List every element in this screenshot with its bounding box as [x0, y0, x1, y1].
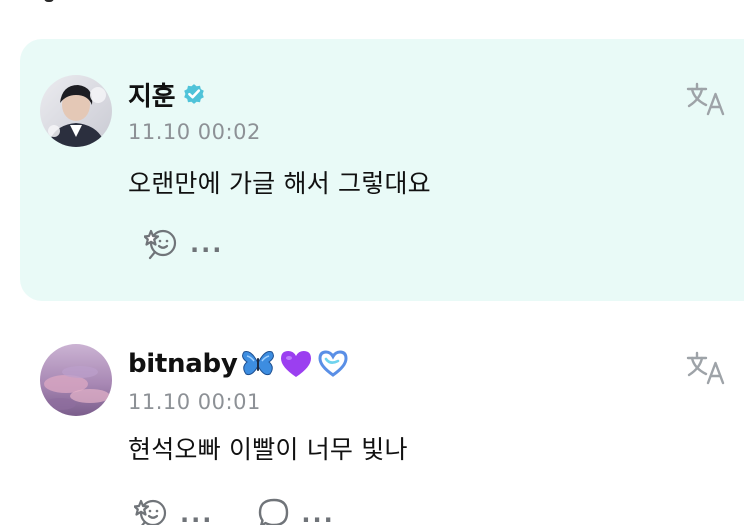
timestamp: 11.10 00:01	[128, 390, 261, 414]
avatar[interactable]	[40, 344, 112, 416]
comment-text: 현석오빠 이빨이 너무 빛나	[128, 435, 408, 464]
reply-group[interactable]: ...	[257, 497, 334, 525]
comment-text: 오랜만에 가글 해서 그렇대요	[128, 169, 431, 198]
blue-heart-emoji	[317, 349, 349, 379]
name-row: 지훈	[128, 75, 207, 113]
avatar[interactable]	[40, 75, 112, 147]
comment-actions: ... ...	[134, 497, 335, 525]
comment-item[interactable]: bitnaby 11.10 00:01 현석오빠 이빨이 너무 빛나 ... .…	[0, 330, 744, 525]
name-row: bitnaby	[128, 344, 349, 384]
timestamp: 11.10 00:02	[128, 120, 261, 144]
previous-item-fragment	[44, 0, 54, 2]
comment-item-highlighted[interactable]: 지훈 11.10 00:02 오랜만에 가글 해서 그렇대요 ...	[20, 39, 744, 301]
translate-icon[interactable]	[686, 350, 726, 386]
reaction-icon[interactable]	[134, 497, 170, 525]
reaction-count: ...	[190, 230, 224, 258]
verified-badge-icon	[181, 81, 207, 107]
translate-icon[interactable]	[686, 81, 726, 117]
comment-actions: ...	[144, 227, 223, 261]
purple-heart-emoji	[279, 349, 313, 379]
username[interactable]: bitnaby	[128, 349, 238, 379]
reply-count: ...	[301, 500, 335, 525]
comment-feed: 지훈 11.10 00:02 오랜만에 가글 해서 그렇대요 ... bitna…	[0, 0, 744, 525]
reaction-count: ...	[180, 500, 214, 525]
reaction-icon[interactable]	[144, 227, 180, 261]
butterfly-emoji	[241, 349, 275, 379]
username[interactable]: 지훈	[128, 76, 176, 113]
reply-icon[interactable]	[257, 497, 291, 525]
